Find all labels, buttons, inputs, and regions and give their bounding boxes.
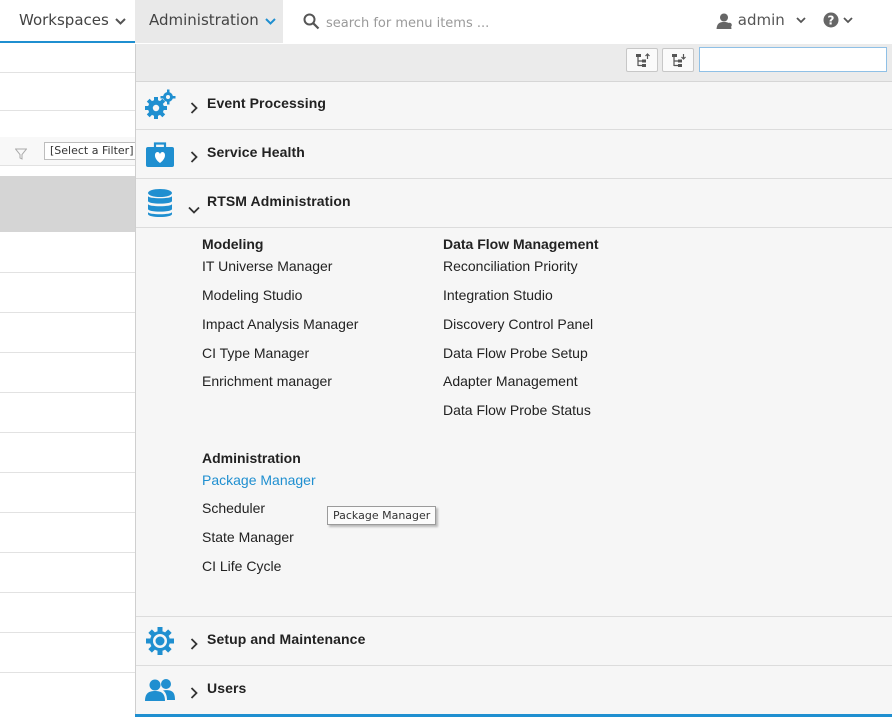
svg-text:?: ? [828,14,835,28]
section-users[interactable]: Users [136,666,892,715]
section-setup-and-maintenance[interactable]: Setup and Maintenance [136,617,892,666]
medical-kit-icon [144,138,176,170]
panel-header-row [0,44,135,73]
section-title: Service Health [207,144,305,160]
section-event-processing[interactable]: Event Processing [136,81,892,130]
panel-row [0,672,135,673]
chevron-right-icon [190,635,198,654]
nav-administration-label: Administration [149,11,259,29]
chevron-right-icon [190,148,198,167]
filter-select[interactable]: [Select a Filter] [44,142,144,160]
tooltip: Package Manager [327,506,437,525]
user-name: admin [737,11,785,29]
nav-administration-menu[interactable]: Administration [135,0,283,43]
panel-row [0,632,135,633]
section-title: Setup and Maintenance [207,631,366,647]
gear-icon [144,625,176,657]
expand-all-button[interactable] [626,48,658,72]
panel-row [0,392,135,393]
menu-item-data-flow-probe-status[interactable]: Data Flow Probe Status [443,402,591,418]
top-navigation-bar: Workspaces Administration admin ? [0,0,892,45]
panel-row [0,352,135,353]
menu-item-enrichment-manager[interactable]: Enrichment manager [202,373,332,389]
menu-item-ci-life-cycle[interactable]: CI Life Cycle [202,558,281,574]
gears-icon [144,89,176,121]
panel-row [0,272,135,273]
help-icon: ? [823,12,839,28]
menu-item-adapter-management[interactable]: Adapter Management [443,373,578,389]
nav-workspaces-label: Workspaces [19,11,109,29]
panel-row [0,472,135,473]
group-title-data-flow-management: Data Flow Management [443,236,599,252]
panel-row [0,512,135,513]
search-input[interactable] [324,10,558,36]
help-menu[interactable]: ? [822,12,856,34]
menu-item-ci-type-manager[interactable]: CI Type Manager [202,345,309,361]
panel-row [0,592,135,593]
filter-bar: [Select a Filter] [0,137,144,166]
group-title-modeling: Modeling [202,236,264,252]
panel-row [0,110,135,138]
chevron-right-icon [190,99,198,118]
chevron-down-icon [115,0,126,41]
search-icon [303,13,320,34]
panel-row [0,312,135,313]
menu-filter-input[interactable] [699,47,887,72]
users-icon [144,674,176,706]
nav-workspaces-menu[interactable]: Workspaces [0,0,135,43]
expand-tree-icon [636,53,650,67]
menu-item-impact-analysis-manager[interactable]: Impact Analysis Manager [202,316,358,332]
menu-item-scheduler[interactable]: Scheduler [202,500,265,516]
panel-row [0,432,135,433]
collapse-all-button[interactable] [662,48,694,72]
menu-item-state-manager[interactable]: State Manager [202,529,294,545]
filter-icon[interactable] [14,145,28,164]
collapse-tree-icon [672,54,686,67]
group-title-administration: Administration [202,450,301,466]
section-rtsm-administration[interactable]: RTSM Administration [136,179,892,228]
menu-item-data-flow-probe-setup[interactable]: Data Flow Probe Setup [443,345,588,361]
user-icon [716,11,733,29]
menu-toolbar [136,44,892,82]
menu-search [300,10,560,36]
chevron-down-icon [843,17,853,24]
selected-row[interactable] [0,176,135,232]
user-menu[interactable]: admin [716,0,806,43]
database-icon [144,187,176,219]
menu-item-package-manager[interactable]: Package Manager [202,472,316,488]
section-service-health[interactable]: Service Health [136,130,892,179]
menu-item-discovery-control-panel[interactable]: Discovery Control Panel [443,316,593,332]
chevron-down-icon [188,199,200,218]
chevron-down-icon [265,0,276,41]
chevron-right-icon [190,684,198,703]
menu-item-reconciliation-priority[interactable]: Reconciliation Priority [443,258,578,274]
section-title: Users [207,680,247,696]
menu-item-integration-studio[interactable]: Integration Studio [443,287,553,303]
panel-row [0,552,135,553]
menu-item-it-universe-manager[interactable]: IT Universe Manager [202,258,332,274]
panel-row [0,72,135,111]
section-title: RTSM Administration [207,193,351,209]
chevron-down-icon [795,0,806,41]
section-title: Event Processing [207,95,327,111]
menu-item-modeling-studio[interactable]: Modeling Studio [202,287,302,303]
